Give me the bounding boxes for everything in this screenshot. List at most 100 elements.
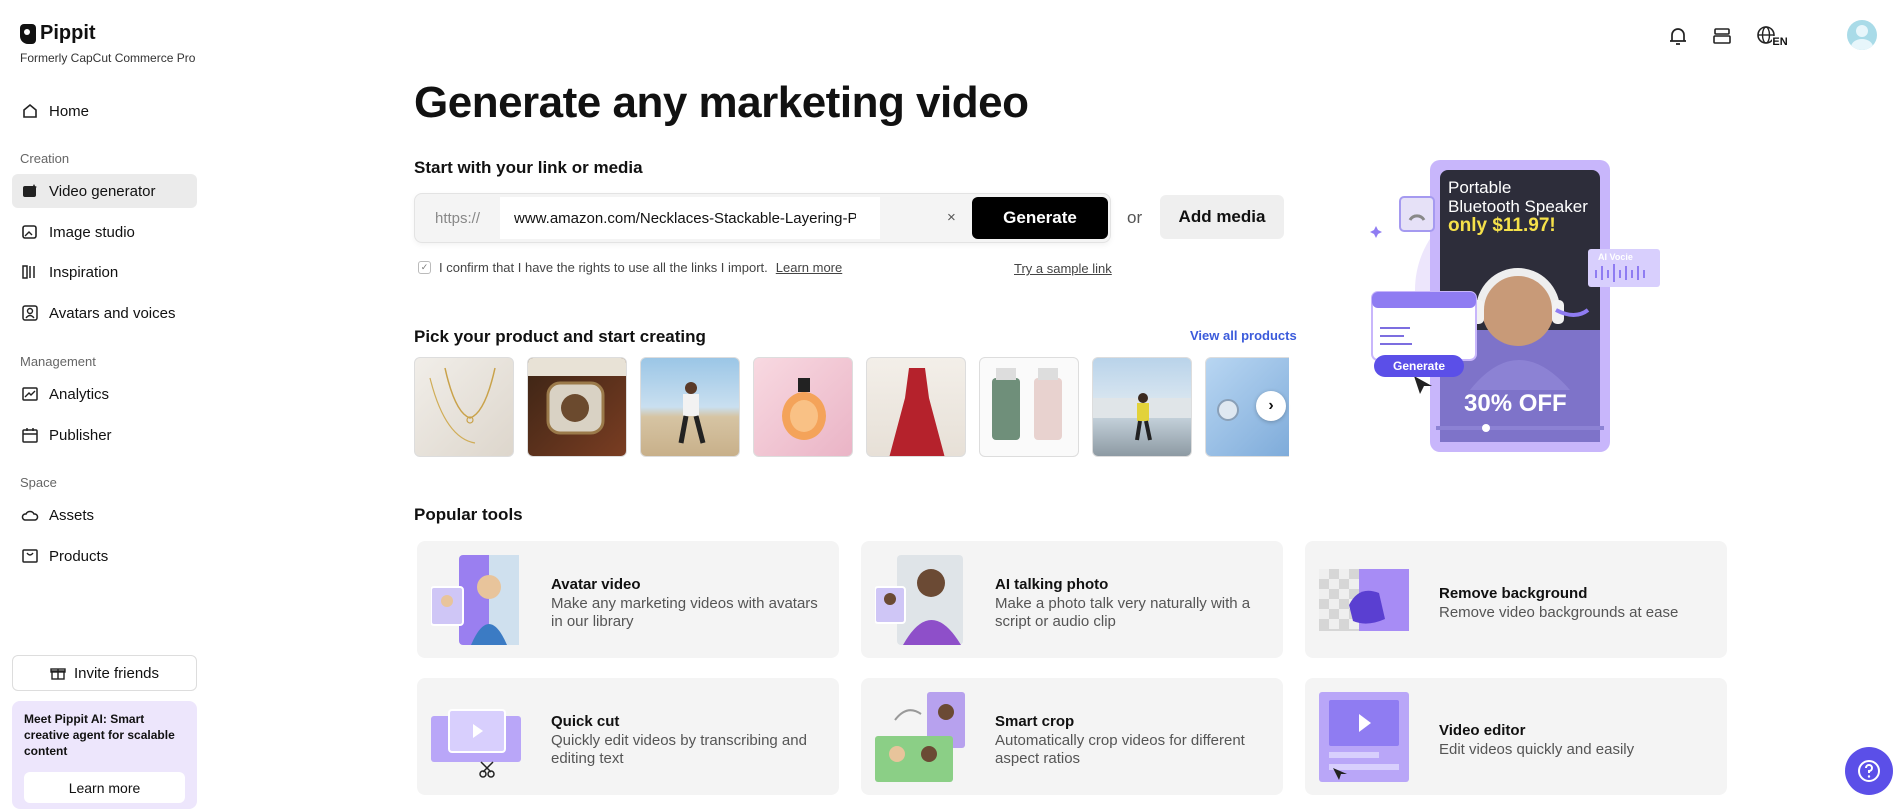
popular-tools-heading: Popular tools xyxy=(414,505,523,524)
tool-card-ai-talking-photo[interactable]: AI talking photo Make a photo talk very … xyxy=(861,541,1283,658)
nav-label: Video generator xyxy=(49,182,156,200)
home-icon xyxy=(23,103,37,118)
nav-label: Analytics xyxy=(49,385,110,403)
nav-item-video-generator[interactable]: Video generator xyxy=(12,174,197,208)
video-editor-thumbnail xyxy=(1319,692,1409,782)
ai-talking-photo-thumbnail xyxy=(875,555,963,645)
clear-url-icon[interactable]: × xyxy=(947,209,956,226)
pippit-logo[interactable]: Pippit xyxy=(20,22,96,45)
hero-discount: 30% OFF xyxy=(1464,390,1567,417)
invite-friends-button[interactable]: Invite friends xyxy=(12,655,197,691)
tool-title: Avatar video xyxy=(551,576,641,593)
nav-label: Products xyxy=(49,547,109,565)
hero-product-name: Portable Bluetooth Speaker only $11.97! xyxy=(1448,178,1588,235)
nav-item-avatars-voices[interactable]: Avatars and voices xyxy=(12,296,197,330)
nav-label: Publisher xyxy=(49,426,112,444)
tool-desc: Automatically crop videos for different … xyxy=(995,732,1245,767)
tool-desc: Quickly edit videos by transcribing and … xyxy=(551,732,807,767)
language-code: EN xyxy=(1772,36,1788,48)
product-thumb-red-dress[interactable] xyxy=(866,357,966,457)
nav-item-home[interactable]: Home xyxy=(12,94,197,128)
nav-label: Assets xyxy=(49,506,95,524)
promo-card: Meet Pippit AI: Smart creative agent for… xyxy=(12,701,197,809)
tool-card-avatar-video[interactable]: Avatar video Make any marketing videos w… xyxy=(417,541,839,658)
try-sample-link[interactable]: Try a sample link xyxy=(1014,261,1112,276)
nav-item-inspiration[interactable]: Inspiration xyxy=(12,255,197,289)
nav-item-assets[interactable]: Assets xyxy=(12,498,197,532)
tool-desc: Make any marketing videos with avatars i… xyxy=(551,595,818,630)
nav-item-products[interactable]: Products xyxy=(12,539,197,573)
product-thumb-necklace[interactable] xyxy=(414,357,514,457)
tool-desc: Remove video backgrounds at ease xyxy=(1439,604,1679,621)
hero-generate-chip: Generate xyxy=(1374,355,1464,377)
nav-item-image-studio[interactable]: Image studio xyxy=(12,215,197,249)
calendar-icon xyxy=(22,428,38,443)
confirm-text: I confirm that I have the rights to use … xyxy=(439,260,768,275)
rights-confirm: ✓ I confirm that I have the rights to us… xyxy=(418,260,842,275)
image-studio-icon xyxy=(22,225,37,239)
hero-line-2: Bluetooth Speaker xyxy=(1448,197,1588,216)
avatar-video-thumbnail xyxy=(431,555,519,645)
tool-title: Smart crop xyxy=(995,713,1075,730)
start-heading: Start with your link or media xyxy=(414,158,643,177)
product-url-input[interactable] xyxy=(500,197,880,239)
hero-price: only $11.97! xyxy=(1448,215,1556,236)
tool-desc: Edit videos quickly and easily xyxy=(1439,741,1635,758)
notification-bell-icon[interactable] xyxy=(1664,22,1692,50)
product-thumb-beach-person[interactable] xyxy=(640,357,740,457)
user-avatar[interactable] xyxy=(1847,20,1877,50)
help-question-icon xyxy=(1858,760,1880,782)
generate-button[interactable]: Generate xyxy=(972,197,1108,239)
tool-title: Video editor xyxy=(1439,722,1526,739)
nav-label: Inspiration xyxy=(49,263,119,281)
url-prefix: https:// xyxy=(435,210,481,227)
page-title: Generate any marketing video xyxy=(414,78,1029,127)
product-thumb-watch[interactable] xyxy=(527,357,627,457)
tool-desc: Make a photo talk very naturally with a … xyxy=(995,595,1251,630)
carousel-next-icon[interactable]: › xyxy=(1256,391,1286,421)
quick-cut-thumbnail xyxy=(431,709,521,778)
confirm-learn-more-link[interactable]: Learn more xyxy=(776,260,842,275)
inspiration-icon xyxy=(22,265,35,279)
products-icon xyxy=(22,549,38,563)
view-all-products-link[interactable]: View all products xyxy=(1190,328,1297,343)
nav-label: Home xyxy=(49,102,90,120)
promo-text: Meet Pippit AI: Smart creative agent for… xyxy=(24,712,175,758)
product-thumb-tumblers[interactable] xyxy=(979,357,1079,457)
header-actions: EN xyxy=(1524,18,1904,54)
link-input-box: https:// × Generate xyxy=(414,193,1111,243)
nav-item-publisher[interactable]: Publisher xyxy=(12,418,197,452)
section-label-space: Space xyxy=(20,475,57,490)
invite-label: Invite friends xyxy=(73,664,160,682)
tool-card-smart-crop[interactable]: Smart crop Automatically crop videos for… xyxy=(861,678,1283,795)
product-thumb-perfume[interactable] xyxy=(753,357,853,457)
pippit-logo-icon xyxy=(20,23,36,44)
brand-name: Pippit xyxy=(40,22,96,44)
pick-product-heading: Pick your product and start creating xyxy=(414,327,706,346)
avatar-icon xyxy=(22,305,38,321)
sidebar: Pippit Formerly CapCut Commerce Pro Home… xyxy=(0,0,205,812)
hero-line-1: Portable xyxy=(1448,178,1512,197)
add-media-button[interactable]: Add media xyxy=(1160,195,1284,239)
tool-card-quick-cut[interactable]: Quick cut Quickly edit videos by transcr… xyxy=(417,678,839,795)
help-button[interactable] xyxy=(1845,747,1893,795)
cloud-icon xyxy=(21,510,39,521)
smart-crop-thumbnail xyxy=(875,692,965,782)
gift-icon xyxy=(50,668,66,680)
nav-item-analytics[interactable]: Analytics xyxy=(12,377,197,411)
nav-label: Avatars and voices xyxy=(49,304,176,322)
or-separator: or xyxy=(1127,208,1143,227)
analytics-icon xyxy=(22,387,38,401)
tool-card-video-editor[interactable]: Video editor Edit videos quickly and eas… xyxy=(1305,678,1727,795)
language-globe-icon[interactable]: EN xyxy=(1754,22,1790,50)
product-carousel xyxy=(414,357,1289,457)
section-label-management: Management xyxy=(20,354,96,369)
tool-title: Quick cut xyxy=(551,713,620,730)
learn-more-button[interactable]: Learn more xyxy=(24,772,185,803)
product-thumb-skater[interactable] xyxy=(1092,357,1192,457)
tool-title: AI talking photo xyxy=(995,576,1109,593)
stack-icon[interactable] xyxy=(1708,22,1736,50)
confirm-checkbox[interactable]: ✓ xyxy=(418,261,431,274)
tool-card-remove-background[interactable]: Remove background Remove video backgroun… xyxy=(1305,541,1727,658)
remove-background-thumbnail xyxy=(1319,569,1409,631)
